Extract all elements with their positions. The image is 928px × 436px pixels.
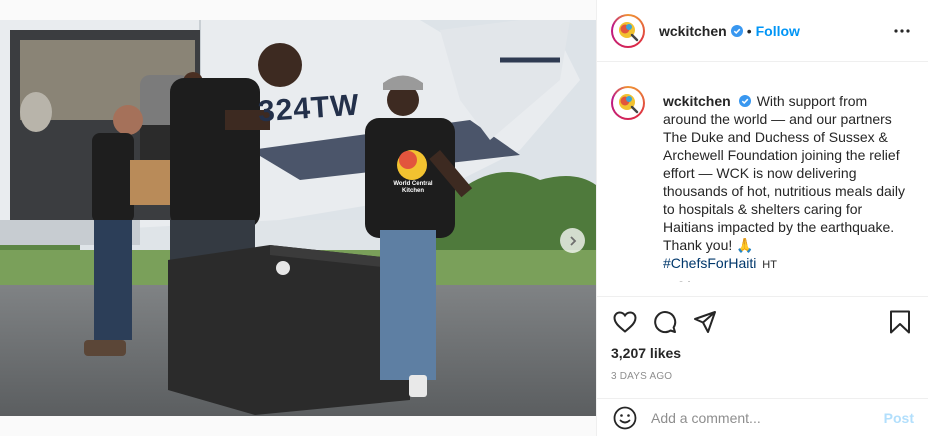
chevron-right-icon: [569, 235, 576, 246]
follow-separator: •: [746, 22, 752, 39]
bookmark-icon: [890, 310, 910, 334]
carousel-next-button[interactable]: [560, 228, 585, 253]
save-button[interactable]: [886, 308, 914, 336]
caption-avatar[interactable]: [611, 86, 645, 120]
verified-badge-icon: [738, 95, 751, 107]
hashtag-suffix: HT: [762, 259, 777, 271]
shirt-logo-text: World Central Kitchen: [393, 181, 433, 194]
comment-button[interactable]: [651, 308, 679, 336]
hashtag-link[interactable]: #ChefsForHaiti: [663, 255, 756, 271]
likes-count[interactable]: 3,207 likes: [611, 345, 914, 361]
follow-button[interactable]: Follow: [756, 23, 800, 39]
plane-registration: 324TW: [256, 88, 361, 129]
comment-bubble-icon: [654, 311, 677, 334]
avatar[interactable]: [611, 13, 645, 48]
post-comment-button[interactable]: Post: [884, 410, 914, 426]
share-button[interactable]: [691, 308, 719, 336]
wck-logo-icon: [619, 94, 639, 114]
smiley-icon: [613, 406, 637, 429]
post-header: wckitchen • Follow: [597, 0, 928, 62]
post-sidebar: wckitchen • Follow wckitchen With suppor…: [596, 0, 928, 436]
comment-form: Post: [597, 398, 928, 436]
caption-area: wckitchen With support from around the w…: [597, 62, 928, 282]
emoji-button[interactable]: [611, 404, 639, 432]
photo-illustration: [0, 20, 596, 416]
caption-username[interactable]: wckitchen: [663, 93, 731, 109]
caption-time: 3d: [678, 280, 914, 282]
more-options-icon: [894, 28, 910, 33]
caption-text: wckitchen With support from around the w…: [663, 92, 913, 274]
paper-plane-icon: [694, 311, 716, 333]
post-photo[interactable]: 324TW World Central Kitchen: [0, 20, 596, 416]
wck-logo-icon: [619, 21, 639, 41]
comment-input[interactable]: [651, 409, 884, 426]
header-username[interactable]: wckitchen: [659, 23, 727, 39]
heart-icon: [613, 311, 637, 333]
verified-badge-icon: [730, 24, 743, 37]
post-actions: 3,207 likes 3 DAYS AGO: [597, 296, 928, 382]
more-options-button[interactable]: [890, 19, 914, 43]
like-button[interactable]: [611, 308, 639, 336]
caption-body: With support from around the world — and…: [663, 93, 906, 253]
post-age[interactable]: 3 DAYS AGO: [611, 371, 914, 382]
